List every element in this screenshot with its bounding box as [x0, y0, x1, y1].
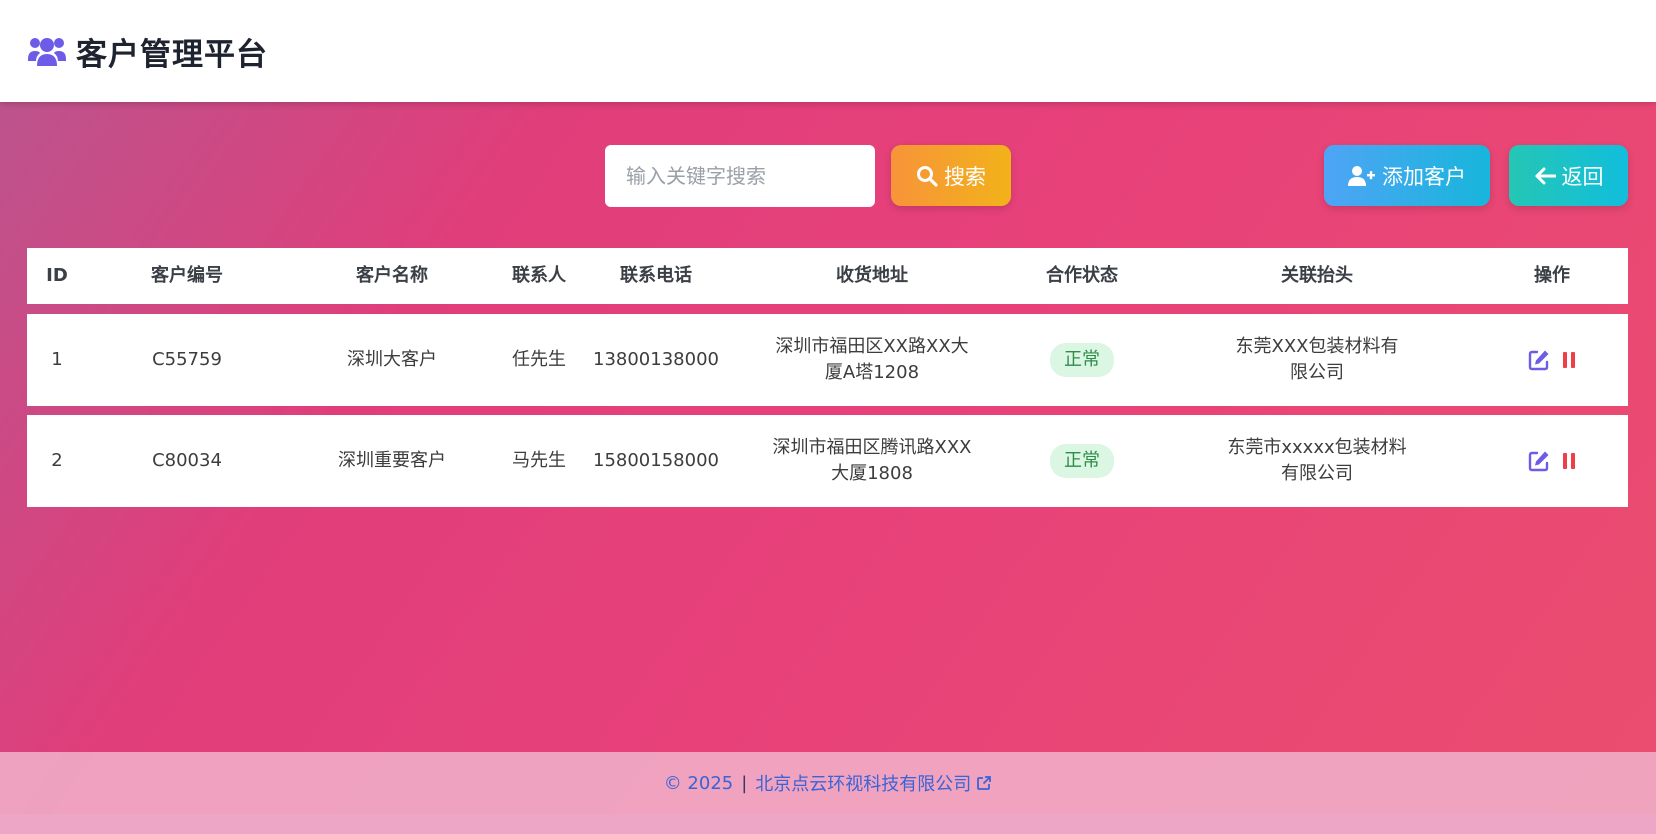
column-header-status: 合作状态: [1046, 265, 1118, 286]
back-button[interactable]: 返回: [1509, 145, 1628, 206]
address-line: 厦A塔1208: [824, 362, 920, 383]
column-header-actions: 操作: [1534, 265, 1570, 286]
related-line: 东莞XXX包装材料有: [1235, 336, 1399, 357]
footer: © 2025 | 北京点云环视科技有限公司: [0, 752, 1656, 814]
app-header: 客户管理平台: [0, 0, 1656, 102]
toolbar: 搜索 添加客户 返回: [0, 145, 1656, 207]
users-icon: [27, 34, 67, 68]
related-line: 有限公司: [1280, 463, 1353, 484]
column-header-code: 客户编号: [151, 265, 223, 286]
cell-status: 正常: [1032, 314, 1132, 406]
column-header-related: 关联抬头: [1281, 265, 1353, 286]
copyright-text: © 2025: [663, 772, 734, 794]
column-header-address: 收货地址: [836, 265, 908, 286]
search-button[interactable]: 搜索: [891, 145, 1011, 206]
search-input[interactable]: [605, 145, 875, 207]
address-line: 深圳市福田区腾讯路XXX: [772, 437, 972, 458]
search-button-label: 搜索: [944, 164, 986, 189]
related-line: 东莞市xxxxx包装材料: [1227, 437, 1407, 458]
cell-actions: [1497, 314, 1607, 406]
cell-phone: 15800158000: [593, 450, 719, 471]
cell-phone: 13800138000: [593, 349, 719, 370]
user-plus-icon: [1348, 165, 1376, 187]
company-link-label: 北京点云环视科技有限公司: [755, 774, 972, 795]
address-line: 深圳市福田区XX路XX大: [775, 336, 969, 357]
cell-code: C80034: [152, 450, 222, 471]
column-header-id: ID: [46, 265, 68, 286]
cell-name: 深圳大客户: [347, 349, 437, 370]
status-badge: 正常: [1050, 444, 1114, 478]
search-icon: [916, 165, 938, 187]
back-button-label: 返回: [1561, 164, 1604, 189]
status-badge: 正常: [1050, 343, 1114, 377]
cell-related: 东莞XXX包装材料有 限公司: [1217, 314, 1417, 406]
bottom-strip: [0, 814, 1656, 834]
table-header: ID 客户编号 客户名称 联系人 联系电话 收货地址 合作状态 关联抬头 操作: [27, 248, 1628, 304]
column-header-contact: 联系人: [512, 265, 566, 286]
edit-icon[interactable]: [1528, 349, 1550, 371]
cell-id: 1: [51, 349, 63, 370]
column-header-name: 客户名称: [356, 265, 428, 286]
add-customer-button[interactable]: 添加客户: [1324, 145, 1490, 206]
cell-address: 深圳市福田区XX路XX大 厦A塔1208: [767, 314, 977, 406]
column-header-phone: 联系电话: [620, 265, 692, 286]
cell-address: 深圳市福田区腾讯路XXX 大厦1808: [767, 415, 977, 507]
pause-icon[interactable]: [1562, 452, 1576, 470]
cell-code: C55759: [152, 349, 222, 370]
arrow-left-icon: [1534, 167, 1556, 185]
company-link[interactable]: 北京点云环视科技有限公司: [755, 770, 992, 796]
address-line: 大厦1808: [831, 463, 913, 484]
cell-id: 2: [51, 450, 63, 471]
table-row: 2 C80034 深圳重要客户 马先生 15800158000 深圳市福田区腾讯…: [27, 415, 1628, 507]
cell-status: 正常: [1032, 415, 1132, 507]
cell-contact: 任先生: [512, 349, 566, 370]
add-customer-label: 添加客户: [1382, 164, 1466, 189]
pause-icon[interactable]: [1562, 351, 1576, 369]
table-row: 1 C55759 深圳大客户 任先生 13800138000 深圳市福田区XX路…: [27, 314, 1628, 406]
external-link-icon: [976, 775, 992, 791]
cell-actions: [1497, 415, 1607, 507]
cell-name: 深圳重要客户: [338, 450, 446, 471]
related-line: 限公司: [1290, 362, 1344, 383]
footer-separator: |: [741, 772, 748, 794]
cell-related: 东莞市xxxxx包装材料 有限公司: [1217, 415, 1417, 507]
cell-contact: 马先生: [512, 450, 566, 471]
page-title: 客户管理平台: [76, 36, 268, 73]
edit-icon[interactable]: [1528, 450, 1550, 472]
